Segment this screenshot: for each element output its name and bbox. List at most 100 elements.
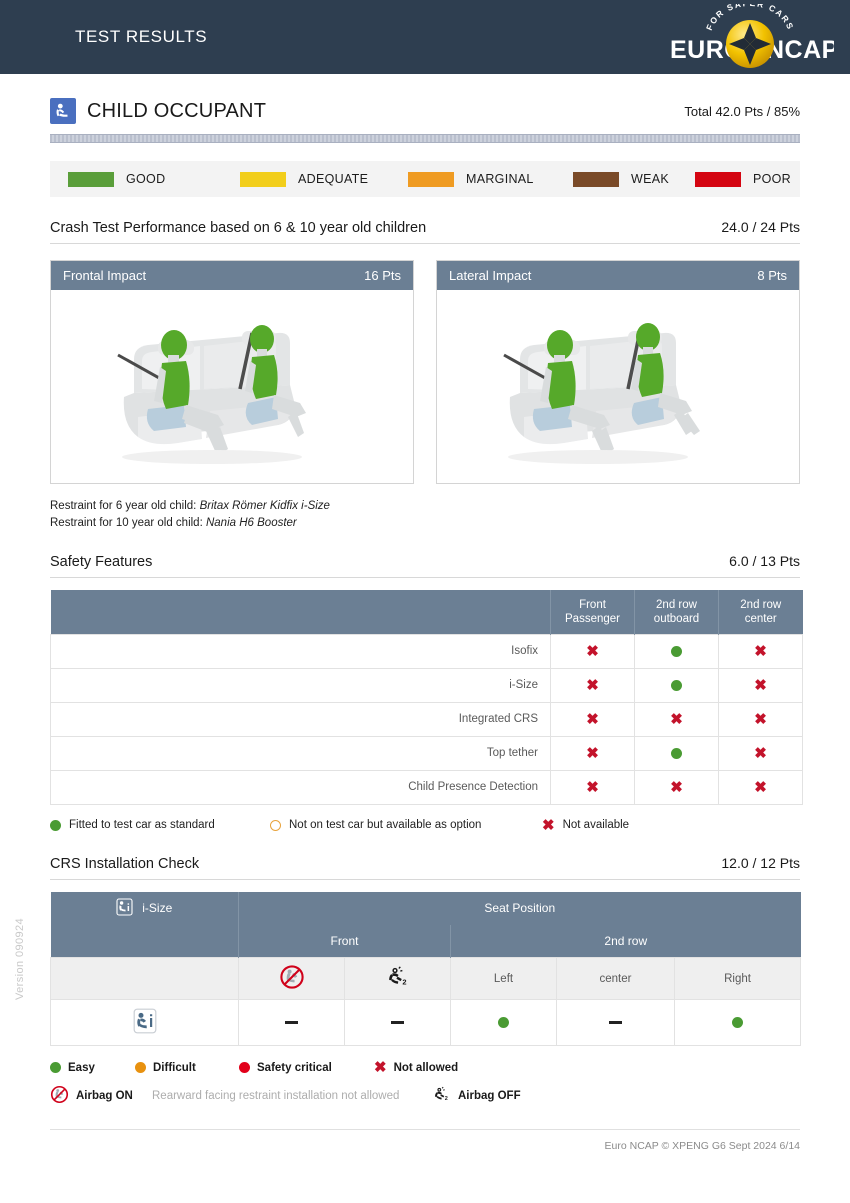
sf-cell: ✖ (550, 769, 635, 805)
page-root: TEST RESULTS FOR SAFER CARS EURO NCAP (0, 0, 850, 1203)
cross-icon: ✖ (754, 676, 767, 694)
sf-row-label: Integrated CRS (50, 701, 551, 737)
category-name: CHILD OCCUPANT (87, 99, 267, 122)
red-dot-icon (239, 1062, 250, 1074)
sf-row-label: Child Presence Detection (50, 769, 551, 805)
avail-legend-unavailable: ✖ Not available (542, 818, 629, 833)
swatch-good (68, 171, 114, 187)
crs-legend-row-1: Easy Difficult Safety critical ✖ Not all… (50, 1060, 800, 1075)
crash-test-points: 24.0 / 24 Pts (721, 219, 800, 235)
rating-legend: GOOD ADEQUATE MARGINAL WEAK POOR (50, 161, 800, 197)
restraint-6-label: Restraint for 6 year old child: (50, 500, 197, 512)
crash-test-title: Crash Test Performance based on 6 & 10 y… (50, 220, 427, 236)
cross-icon: ✖ (670, 710, 683, 728)
crs-legend-airbag-on: Airbag ON (50, 1085, 152, 1107)
category-header: CHILD OCCUPANT Total 42.0 Pts / 85% (50, 98, 800, 124)
sf-cell: ✖ (550, 735, 635, 771)
footer-text: Euro NCAP © XPENG G6 Sept 2024 6/14 (604, 1140, 800, 1153)
cross-icon: ✖ (374, 1059, 387, 1077)
crs-header-row-2: Front 2nd row (50, 924, 801, 958)
crs-table-body: 2 Left center Right (50, 957, 802, 1047)
crs-subhead-airbag-on (238, 957, 345, 1001)
cross-icon: ✖ (542, 816, 555, 834)
sf-cell: ✖ (718, 769, 803, 805)
sf-row-label: Isofix (50, 633, 551, 669)
safety-features-header-row: Front Passenger 2nd row outboard 2nd row… (50, 590, 803, 635)
sf-cell: ✖ (634, 769, 719, 805)
airbag-off-icon: 2 (385, 966, 411, 993)
sf-col-front-passenger-l2: Passenger (565, 613, 620, 626)
green-dot-icon (732, 1017, 744, 1029)
frontal-impact-label: Frontal Impact (63, 268, 147, 283)
sf-col-2nd-row-outboard-l1: 2nd row (656, 598, 697, 611)
lateral-impact-image (437, 290, 799, 483)
restraint-10-label: Restraint for 10 year old child: (50, 516, 203, 529)
table-row: Top tether ✖ ✖ (50, 735, 803, 771)
frontal-impact-points: 16 Pts (364, 268, 401, 283)
avail-legend-standard-label: Fitted to test car as standard (69, 819, 215, 832)
restraint-6-value: Britax Römer Kidfix i-Size (199, 500, 330, 512)
airbag-on-icon (279, 965, 305, 993)
rating-legend-item-adequate: ADEQUATE (240, 171, 408, 187)
crs-subhead-airbag-off: 2 (344, 957, 451, 1001)
rating-label-marginal: MARGINAL (466, 172, 534, 186)
page-title: TEST RESULTS (75, 27, 208, 46)
rating-legend-item-good: GOOD (68, 171, 240, 187)
sf-row-label: i-Size (50, 667, 551, 703)
crs-legend-rearward-note: Rearward facing restraint installation n… (152, 1090, 432, 1102)
child-seat-i-icon (133, 1008, 157, 1037)
table-row: Isofix ✖ ✖ (50, 633, 803, 669)
i-size-seat-icon (116, 898, 133, 919)
lateral-impact-bar: Lateral Impact 8 Pts (437, 261, 799, 290)
sf-col-2nd-row-outboard: 2nd row outboard (634, 590, 719, 635)
crs-legend-not-allowed-label: Not allowed (393, 1061, 459, 1074)
cross-icon: ✖ (586, 778, 599, 796)
restraint-notes: Restraint for 6 year old child: Britax R… (50, 498, 800, 531)
green-dot-icon (50, 819, 61, 831)
crs-legend-safety-critical: Safety critical (239, 1062, 374, 1074)
crs-installation-table: i-Size Seat Position Front 2nd row 2 Lef… (50, 891, 802, 1047)
sf-cell: ✖ (718, 735, 803, 771)
dash-icon (609, 1021, 622, 1025)
safety-features-body: Isofix ✖ ✖ i-Size ✖ ✖ Integrated CRS ✖ ✖… (50, 633, 803, 805)
crs-legend-safety-critical-label: Safety critical (257, 1061, 332, 1074)
restraint-6-year: Restraint for 6 year old child: Britax R… (50, 498, 800, 515)
avail-legend-option: Not on test car but available as option (270, 819, 542, 831)
sf-col-2nd-row-outboard-l2: outboard (653, 613, 700, 626)
sf-cell: ✖ (718, 701, 803, 737)
rating-legend-item-marginal: MARGINAL (408, 171, 573, 187)
crs-subheader-row: 2 Left center Right (50, 957, 802, 1001)
green-dot-icon (671, 645, 682, 657)
sf-cell: ✖ (550, 701, 635, 737)
table-row: Child Presence Detection ✖ ✖ ✖ (50, 769, 803, 805)
safety-features-header: Safety Features 6.0 / 13 Pts (50, 553, 800, 579)
crs-legend-airbag-off: 2 Airbag OFF (432, 1085, 521, 1107)
crs-header-row-1: i-Size Seat Position (50, 891, 801, 925)
lateral-impact-card: Lateral Impact 8 Pts (436, 260, 800, 484)
frontal-impact-image (51, 290, 413, 483)
rating-label-adequate: ADEQUATE (298, 172, 369, 186)
swatch-weak (573, 171, 619, 187)
frontal-impact-bar: Frontal Impact 16 Pts (51, 261, 413, 290)
svg-text:2: 2 (402, 978, 406, 987)
crs-corner-cell: i-Size (50, 891, 239, 925)
green-dot-icon (50, 1062, 61, 1074)
cross-icon: ✖ (670, 778, 683, 796)
crs-subhead-right: Right (673, 957, 802, 1001)
rating-legend-item-weak: WEAK (573, 171, 695, 187)
crs-legend-not-allowed: ✖ Not allowed (374, 1060, 458, 1075)
crs-installation-title: CRS Installation Check (50, 855, 200, 872)
cross-icon: ✖ (754, 710, 767, 728)
crs-subhead-blank (50, 957, 239, 1001)
airbag-on-icon (50, 1085, 69, 1107)
page-content: CHILD OCCUPANT Total 42.0 Pts / 85% GOOD… (0, 98, 850, 1152)
safety-features-table: Front Passenger 2nd row outboard 2nd row… (50, 590, 803, 805)
sf-col-front-passenger: Front Passenger (550, 590, 635, 635)
crs-legend-rearward-note-label: Rearward facing restraint installation n… (152, 1090, 400, 1103)
swatch-adequate (240, 171, 286, 187)
lateral-impact-label: Lateral Impact (449, 268, 532, 283)
availability-legend: Fitted to test car as standard Not on te… (50, 818, 800, 833)
svg-text:2: 2 (445, 1096, 448, 1102)
sf-cell: ✖ (718, 667, 803, 703)
crs-legend-airbag-off-label: Airbag OFF (458, 1090, 521, 1103)
